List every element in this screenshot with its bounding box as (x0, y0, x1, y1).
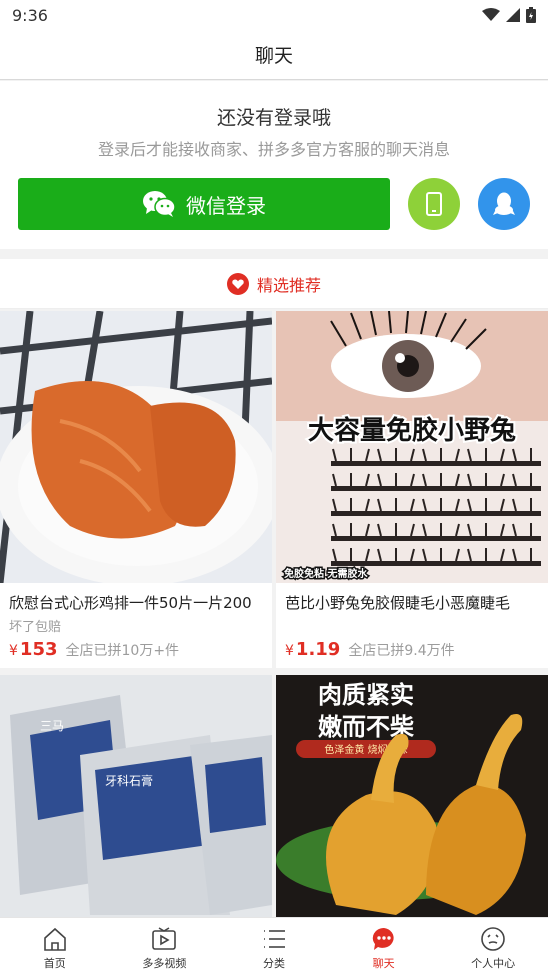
price-value: 153 (19, 639, 58, 660)
battery-icon (526, 7, 536, 23)
qq-login-button[interactable] (478, 178, 530, 230)
product-price: ¥ 1.19 全店已拼9.4万件 (285, 639, 455, 660)
price-currency: ¥ (9, 643, 18, 659)
tab-label-video: 多多视频 (142, 957, 187, 970)
wechat-login-label: 微信登录 (186, 193, 266, 218)
qq-icon (493, 192, 515, 215)
product-image-duck: 肉质紧实 嫩而不柴 色泽金黄 烧焖风味 (276, 675, 548, 917)
gypsum-product-text: 牙科石膏 (105, 773, 153, 788)
product-card[interactable]: 肉质紧实 嫩而不柴 色泽金黄 烧焖风味 (276, 675, 548, 917)
home-icon (43, 927, 66, 951)
login-heading: 还没有登录哦 (216, 107, 331, 129)
eyelash-banner-text: 大容量免胶小野兔 (308, 415, 516, 446)
product-title: 欣慰台式心形鸡排一件50片一片200 (9, 594, 252, 612)
eyelash-sticker-text: 免胶免粘 无需胶水 (284, 567, 368, 580)
product-image-chicken (0, 311, 272, 583)
tab-chat[interactable]: 聊天 (329, 918, 439, 974)
status-icons (482, 7, 536, 23)
chat-icon (372, 927, 394, 950)
price-currency: ¥ (285, 643, 294, 659)
product-price: ¥ 153 全店已拼10万+件 (9, 639, 179, 660)
tab-home[interactable]: 首页 (0, 918, 110, 974)
tab-label-profile: 个人中心 (471, 957, 516, 970)
product-tag: 坏了包赔 (9, 620, 62, 635)
duck-text-1: 肉质紧实 (318, 681, 414, 709)
login-subtext: 登录后才能接收商家、拼多多官方客服的聊天消息 (97, 140, 450, 159)
product-card[interactable]: 大容量免胶小野兔 免胶免粘 无需胶水 芭比小野兔免胶假睫毛小恶魔睫毛 ¥ 1.1… (276, 311, 548, 668)
status-bar: 9:36 (0, 0, 548, 30)
gypsum-brand-text: 三马 (40, 719, 64, 733)
tab-label-category: 分类 (262, 957, 285, 970)
tab-label-home: 首页 (43, 957, 66, 970)
sales-count: 全店已拼9.4万件 (348, 643, 455, 659)
price-value: 1.19 (295, 639, 341, 660)
signal-icon (506, 8, 520, 22)
nav-bar: 聊天 (0, 30, 548, 80)
sales-count: 全店已拼10万+件 (65, 643, 180, 659)
product-card[interactable]: 三马 牙科石膏 (0, 675, 272, 917)
tab-profile[interactable]: 个人中心 (438, 918, 548, 974)
page-title: 聊天 (254, 45, 293, 67)
heart-icon (226, 272, 249, 295)
wifi-icon (482, 8, 500, 21)
status-time: 9:36 (12, 5, 48, 25)
recommend-label: 精选推荐 (256, 275, 321, 295)
tab-video[interactable]: 多多视频 (110, 918, 220, 974)
phone-icon (426, 192, 442, 216)
wechat-login-button[interactable]: 微信登录 (18, 178, 390, 230)
tab-bar: 首页 多多视频 分类 聊天 个人中心 (0, 917, 548, 974)
wechat-icon (143, 191, 176, 217)
video-icon (152, 927, 177, 950)
profile-icon (481, 927, 505, 951)
phone-login-button[interactable] (408, 178, 460, 230)
category-icon (263, 930, 285, 948)
recommend-header: 精选推荐 (0, 259, 548, 309)
product-image-eyelashes: 大容量免胶小野兔 免胶免粘 无需胶水 (276, 311, 548, 583)
product-card[interactable]: 欣慰台式心形鸡排一件50片一片200 坏了包赔 ¥ 153 全店已拼10万+件 (0, 311, 272, 668)
tab-label-chat: 聊天 (372, 957, 395, 970)
product-title: 芭比小野兔免胶假睫毛小恶魔睫毛 (285, 594, 511, 612)
login-panel: 还没有登录哦 登录后才能接收商家、拼多多官方客服的聊天消息 微信登录 (0, 81, 548, 249)
tab-category[interactable]: 分类 (219, 918, 329, 974)
product-image-gypsum: 三马 牙科石膏 (0, 675, 272, 917)
